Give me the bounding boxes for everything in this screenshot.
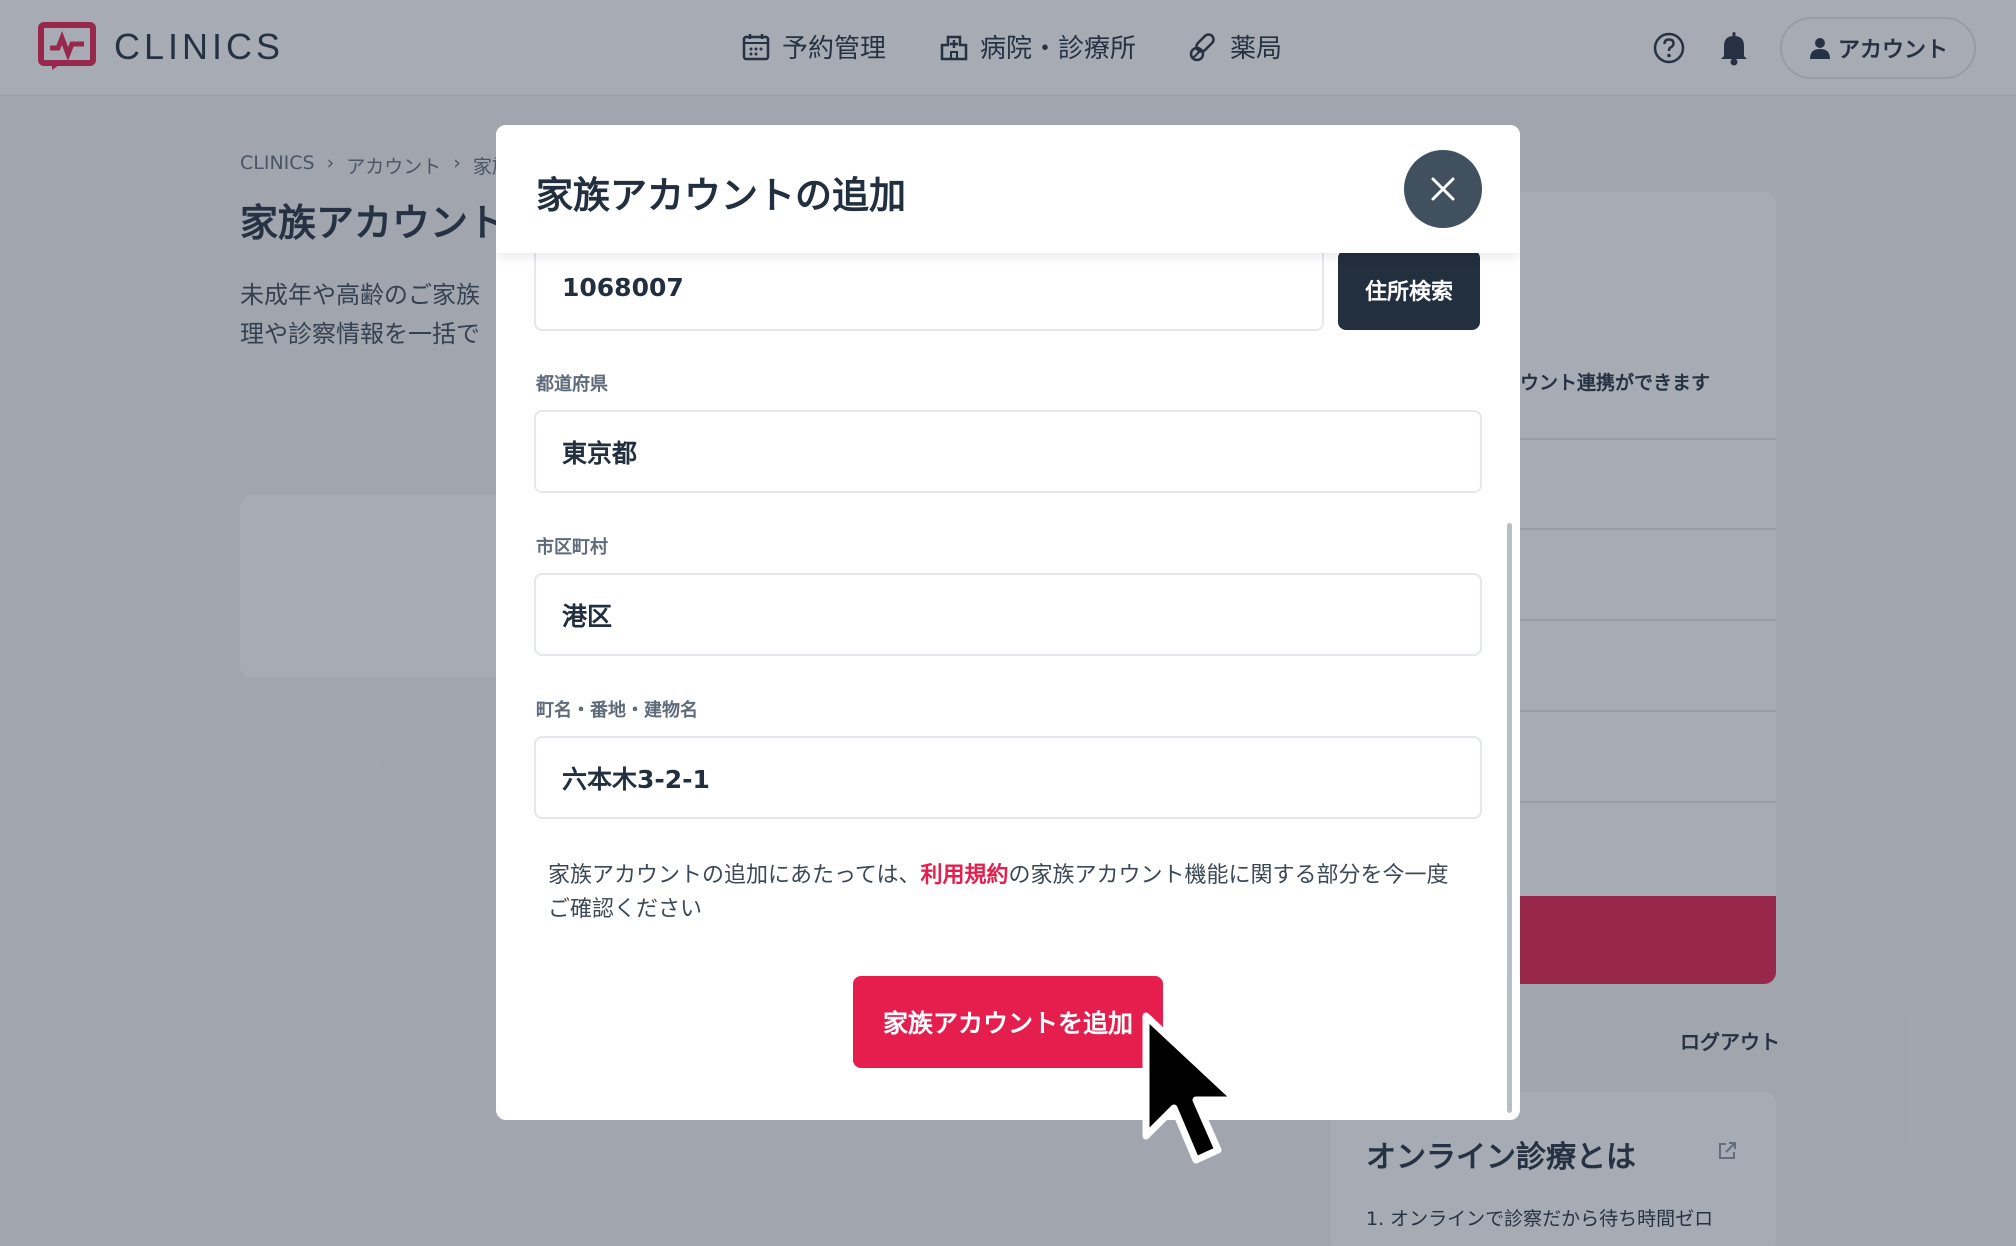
city-label: 市区町村 (536, 537, 608, 558)
close-icon (1431, 177, 1455, 201)
terms-link[interactable]: 利用規約 (920, 863, 1008, 888)
address-search-button[interactable]: 住所検索 (1338, 250, 1480, 330)
street-value: 六本木3-2-1 (562, 764, 710, 794)
add-family-account-modal: 家族アカウントの追加 1068007 住所検索 都道府県 東京都 市区町村 港区… (496, 125, 1520, 1120)
terms-notice-text: 家族アカウントの追加にあたっては、 (548, 863, 921, 888)
city-input[interactable]: 港区 (534, 573, 1482, 656)
close-button[interactable] (1404, 150, 1482, 228)
prefecture-input[interactable]: 東京都 (534, 410, 1482, 493)
add-family-account-button[interactable]: 家族アカウントを追加 (853, 976, 1163, 1068)
street-input[interactable]: 六本木3-2-1 (534, 736, 1482, 819)
modal-scrollbar[interactable] (1507, 523, 1512, 1113)
terms-notice: 家族アカウントの追加にあたっては、利用規約の家族アカウント機能に関する部分を今一… (548, 859, 1468, 927)
prefecture-label: 都道府県 (536, 374, 608, 395)
city-value: 港区 (562, 601, 613, 631)
street-label: 町名・番地・建物名 (536, 700, 698, 721)
postal-code-input[interactable]: 1068007 (534, 245, 1324, 331)
postal-code-value: 1068007 (562, 272, 684, 302)
prefecture-value: 東京都 (562, 438, 638, 468)
mouse-cursor-icon (1142, 1012, 1240, 1164)
modal-header: 家族アカウントの追加 (496, 125, 1520, 253)
modal-title: 家族アカウントの追加 (536, 174, 906, 217)
